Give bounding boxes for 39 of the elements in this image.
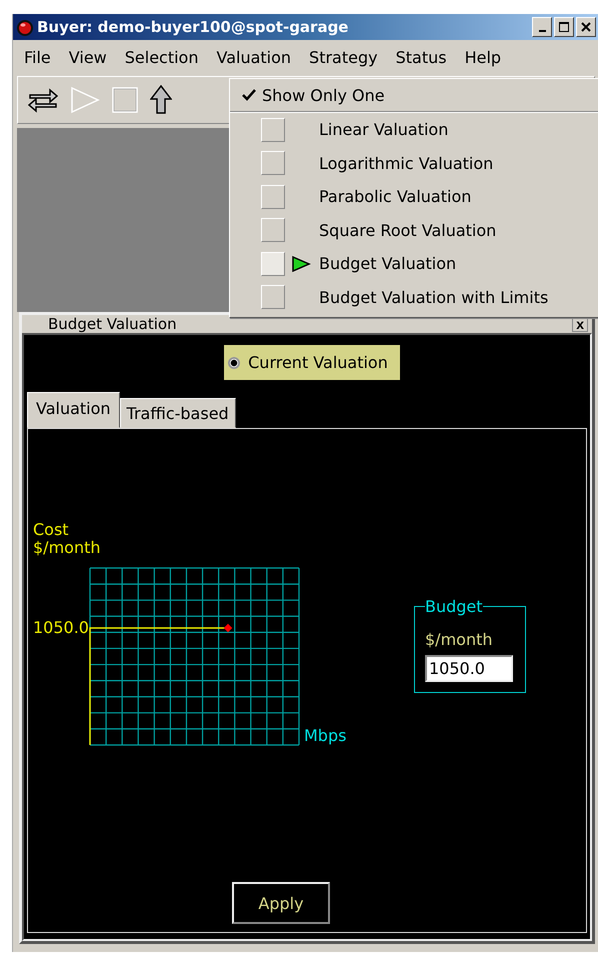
window-title: Buyer: demo-buyer100@spot-garage <box>37 18 348 36</box>
tab[interactable]: Valuation <box>27 392 120 428</box>
menu-item[interactable]: Status <box>386 48 456 66</box>
menu-item[interactable]: Budget Valuation <box>230 247 598 280</box>
menu-item[interactable]: Square Root Valuation <box>230 214 598 247</box>
menu-item[interactable]: Strategy <box>300 48 387 66</box>
app-icon <box>16 17 34 37</box>
menu-item[interactable]: Show Only One <box>230 79 598 111</box>
menu-item[interactable]: Help <box>456 48 510 66</box>
maximize-icon <box>559 22 569 32</box>
apply-button[interactable]: Apply <box>232 882 330 924</box>
menu-item[interactable]: Budget Valuation with Limits <box>230 280 598 314</box>
menu-item[interactable]: Linear Valuation <box>230 113 598 146</box>
group-title: Budget <box>425 597 483 616</box>
field-label: $/month <box>425 630 494 649</box>
play-icon <box>291 256 311 272</box>
axis-label: $/month <box>33 538 100 557</box>
swap-arrows-icon[interactable] <box>28 86 58 114</box>
menu-item[interactable]: Logarithmic Valuation <box>230 146 598 180</box>
minimize-button[interactable] <box>532 17 552 37</box>
data-point <box>224 624 232 632</box>
frame-title: Budget Valuation <box>48 315 177 333</box>
menu-item[interactable]: Parabolic Valuation <box>230 180 598 214</box>
axis-label: Mbps <box>304 726 346 745</box>
close-button[interactable] <box>576 17 596 37</box>
radio-button[interactable]: Current Valuation <box>224 345 400 380</box>
tab[interactable]: Traffic-based <box>120 398 236 428</box>
close-icon <box>581 22 591 32</box>
value-label: 1050.0 <box>33 618 89 637</box>
menu-item[interactable]: File <box>15 48 60 66</box>
menu-item[interactable]: Valuation <box>207 48 300 66</box>
menu-item-label: Show Only One <box>262 86 385 104</box>
maximize-button[interactable] <box>554 17 574 37</box>
axis-label: Cost <box>33 520 69 539</box>
up-arrow-icon[interactable] <box>150 85 172 115</box>
budget-field[interactable]: 1050.0 <box>425 655 513 682</box>
menu-item[interactable]: Selection <box>116 48 208 66</box>
menu-item[interactable]: View <box>60 48 116 66</box>
minimize-icon <box>538 30 546 32</box>
